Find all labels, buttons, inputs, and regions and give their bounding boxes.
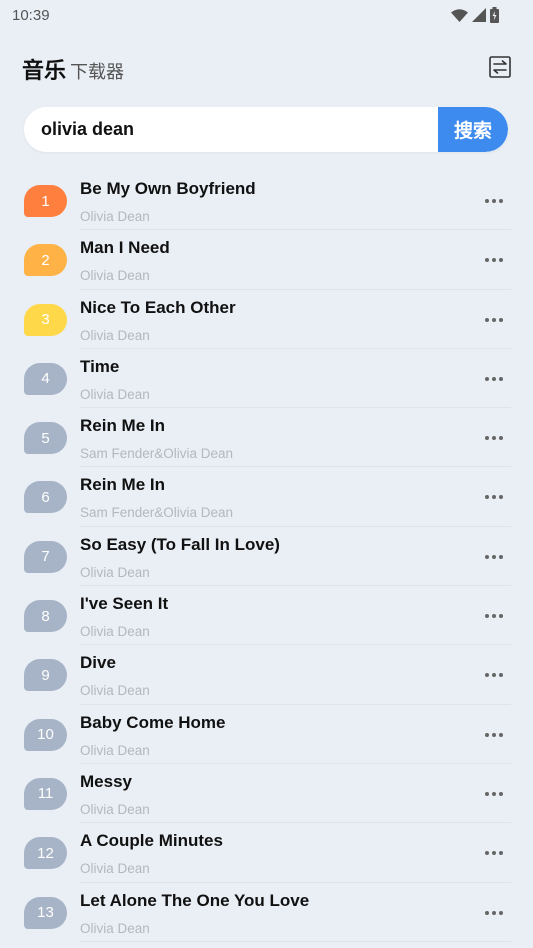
swap-icon [489, 56, 511, 78]
song-row[interactable]: 12 A Couple Minutes Olivia Dean [0, 823, 533, 883]
more-options-icon[interactable] [483, 903, 505, 923]
more-options-icon[interactable] [483, 784, 505, 804]
song-title: Baby Come Home [80, 712, 226, 732]
app-header: 音乐 下载器 [22, 52, 512, 86]
song-artist: Olivia Dean [80, 920, 150, 936]
song-title: Rein Me In [80, 416, 166, 436]
song-artist: Olivia Dean [80, 624, 150, 640]
status-bar: 10:39 [0, 0, 533, 30]
song-row[interactable]: 9 Dive Olivia Dean [0, 645, 533, 705]
rank-badge: 8 [24, 600, 67, 633]
app-title: 音乐 [22, 58, 67, 83]
song-artist: Sam Fender&Olivia Dean [80, 505, 234, 521]
battery-icon [490, 7, 499, 23]
rank-badge: 1 [24, 185, 67, 217]
more-options-icon[interactable] [483, 310, 505, 330]
song-artist: Olivia Dean [80, 268, 150, 284]
song-title: A Couple Minutes [80, 831, 223, 851]
song-artist: Olivia Dean [80, 742, 150, 758]
rank-badge: 7 [24, 540, 67, 573]
more-options-icon[interactable] [483, 547, 505, 567]
rank-badge: 13 [24, 896, 67, 929]
rank-badge: 4 [24, 362, 67, 395]
song-title: Messy [80, 771, 132, 791]
status-time: 10:39 [12, 6, 50, 24]
app-subtitle: 下载器 [70, 62, 125, 82]
song-row[interactable]: 3 Nice To Each Other Olivia Dean [0, 290, 533, 350]
song-title: Be My Own Boyfriend [80, 179, 256, 198]
song-title: So Easy (To Fall In Love) [80, 534, 280, 554]
rank-badge: 9 [24, 659, 67, 692]
song-title: Man I Need [80, 238, 170, 258]
more-options-icon[interactable] [483, 428, 505, 448]
song-title: Rein Me In [80, 475, 166, 495]
more-options-icon[interactable] [483, 843, 505, 863]
song-artist: Olivia Dean [80, 327, 150, 343]
song-row[interactable]: 11 Messy Olivia Dean [0, 764, 533, 824]
rank-badge: 11 [24, 777, 67, 810]
song-artist: Olivia Dean [80, 861, 150, 877]
song-artist: Sam Fender&Olivia Dean [80, 446, 234, 462]
more-options-icon[interactable] [483, 665, 505, 685]
rank-badge: 6 [24, 481, 67, 514]
song-title: Nice To Each Other [80, 297, 236, 317]
rank-badge: 12 [24, 837, 67, 870]
song-row[interactable]: 10 Baby Come Home Olivia Dean [0, 705, 533, 765]
more-options-icon[interactable] [483, 606, 505, 626]
song-artist: Olivia Dean [80, 564, 150, 580]
search-input[interactable] [24, 107, 434, 152]
song-row[interactable]: 6 Rein Me In Sam Fender&Olivia Dean [0, 467, 533, 528]
more-options-icon[interactable] [483, 369, 505, 389]
more-options-icon[interactable] [483, 191, 505, 211]
song-row[interactable]: 8 I've Seen It Olivia Dean [0, 586, 533, 646]
wifi-icon [451, 8, 468, 22]
song-list: 1 Be My Own Boyfriend Olivia Dean 2 Man I Ne… [0, 171, 533, 943]
search-button[interactable]: 搜索 [438, 107, 508, 152]
rank-badge: 5 [24, 422, 67, 455]
status-icons [451, 7, 499, 23]
song-row[interactable]: 4 Time Olivia Dean [0, 349, 533, 409]
song-artist: Olivia Dean [80, 801, 150, 817]
song-title: I've Seen It [80, 594, 169, 614]
song-artist: Olivia Dean [80, 209, 150, 224]
rank-badge: 3 [24, 303, 67, 336]
song-row[interactable]: 1 Be My Own Boyfriend Olivia Dean [0, 171, 533, 231]
search-bar: 搜索 [24, 107, 508, 152]
song-row[interactable]: 7 So Easy (To Fall In Love) Olivia Dean [0, 527, 533, 587]
more-options-icon[interactable] [483, 250, 505, 270]
song-title: Time [80, 356, 120, 376]
signal-icon [472, 8, 486, 22]
rank-badge: 10 [24, 718, 67, 751]
song-row[interactable]: 2 Man I Need Olivia Dean [0, 230, 533, 290]
song-title: Let Alone The One You Love [80, 890, 310, 910]
rank-badge: 2 [24, 244, 67, 277]
swap-button[interactable] [488, 55, 512, 79]
song-artist: Olivia Dean [80, 386, 150, 402]
song-row[interactable]: 13 Let Alone The One You Love Olivia Dean [0, 883, 533, 943]
song-title: Dive [80, 653, 116, 673]
song-row[interactable]: 5 Rein Me In Sam Fender&Olivia Dean [0, 408, 533, 468]
song-artist: Olivia Dean [80, 683, 150, 699]
more-options-icon[interactable] [483, 487, 505, 507]
more-options-icon[interactable] [483, 725, 505, 745]
